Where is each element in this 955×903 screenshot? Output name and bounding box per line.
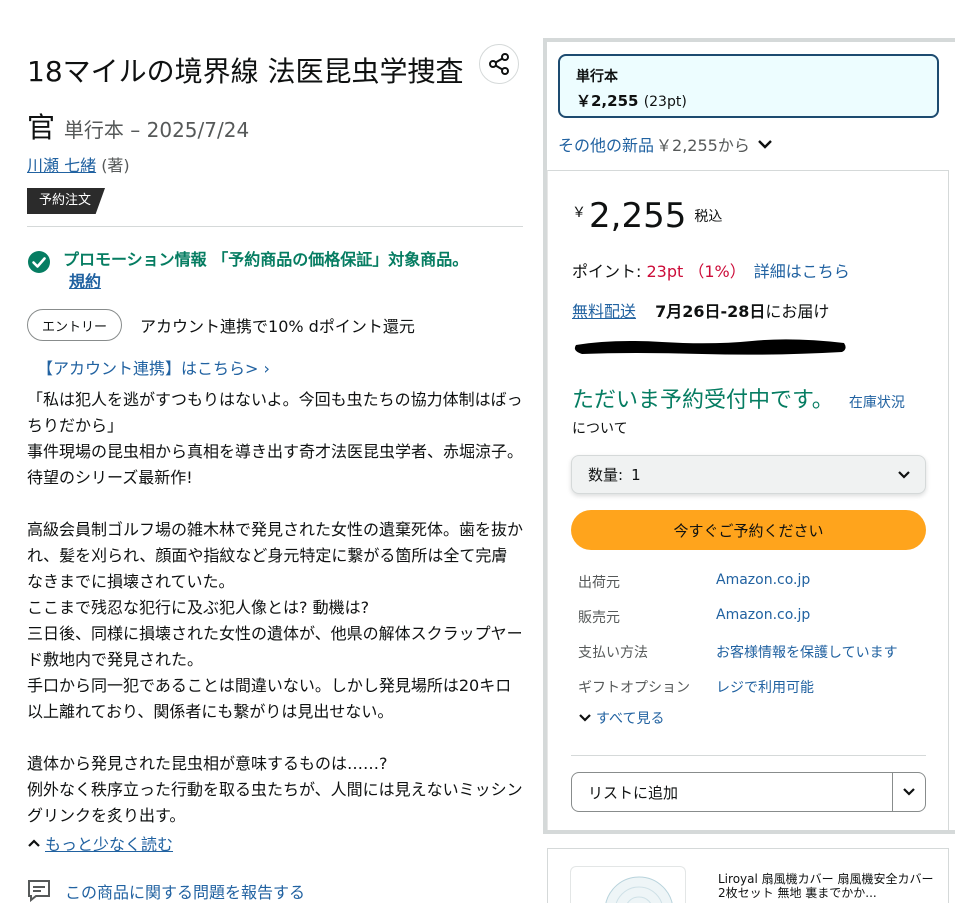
format-price-value: ￥2,255 xyxy=(576,92,639,110)
other-new-price: ￥2,255から xyxy=(656,136,750,155)
sponsored-product-title[interactable]: Liroyal 扇風機カバー 扇風機安全カバー 2枚セット 無地 裏までかか..… xyxy=(718,872,940,900)
preorder-badge: 予約注文 xyxy=(27,188,106,214)
offer-info-table: 出荷元 Amazon.co.jp 販売元 Amazon.co.jp 支払い方法 … xyxy=(578,572,928,712)
share-button[interactable] xyxy=(479,44,519,84)
points-line: ポイント: 23pt （1%） 詳細はこちら xyxy=(572,258,850,282)
chevron-down-icon xyxy=(903,788,915,796)
chevron-down-icon xyxy=(757,140,772,149)
divider xyxy=(27,226,523,227)
add-to-list-control: リストに追加 xyxy=(571,772,926,812)
info-value-link[interactable]: Amazon.co.jp xyxy=(716,572,810,588)
format-selector-paperback[interactable]: 単行本 ￥2,255 (23pt) xyxy=(558,54,939,118)
see-all-link[interactable]: すべて見る xyxy=(578,708,664,728)
feedback-icon xyxy=(28,880,50,903)
promotion-text: プロモーション情報 「予約商品の価格保証」対象商品。 規約 xyxy=(63,249,468,293)
fan-cover-image xyxy=(605,876,673,903)
share-icon xyxy=(489,53,509,75)
points-value: 23pt （1%） xyxy=(646,262,746,281)
stock-about: について xyxy=(572,421,628,437)
product-details: 18マイルの境界線 法医昆虫学捜査官 単行本 – 2025/7/24 川瀬 七緒… xyxy=(27,44,523,903)
quantity-label: 数量: xyxy=(588,466,624,484)
author-link[interactable]: 川瀬 七緒 xyxy=(27,156,96,175)
book-description: 「私は犯人を逃がすつもりはないよ。今回も虫たちの協力体制はばっちりだから」 事件… xyxy=(27,390,524,825)
entry-text: アカウント連携で10% dポイント還元 xyxy=(140,317,415,336)
product-title: 18マイルの境界線 法医昆虫学捜査官 単行本 – 2025/7/24 xyxy=(27,44,472,158)
delivery-suffix: にお届け xyxy=(765,302,830,321)
delivery-line: 無料配送 7月26日-28日にお届け xyxy=(572,298,829,322)
format-points: (23pt) xyxy=(643,94,687,110)
chevron-down-icon xyxy=(898,470,910,479)
format-price: ￥2,255 (23pt) xyxy=(576,90,921,111)
quantity-value: 1 xyxy=(631,465,641,484)
title-row: 18マイルの境界線 法医昆虫学捜査官 単行本 – 2025/7/24 xyxy=(27,44,523,158)
info-value-link[interactable]: お客様情報を保護しています xyxy=(716,642,898,662)
delivery-dates: 7月26日-28日 xyxy=(655,302,766,321)
info-value-link[interactable]: レジで利用可能 xyxy=(716,677,814,697)
info-key: ギフトオプション xyxy=(578,680,690,696)
price: ￥ 2,255 税込 xyxy=(572,196,722,236)
format-name: 単行本 xyxy=(576,69,618,85)
info-row-sold-by: 販売元 Amazon.co.jp xyxy=(578,607,928,642)
points-details-link[interactable]: 詳細はこちら xyxy=(754,262,850,281)
report-issue-link[interactable]: この商品に関する問題を報告する xyxy=(27,879,523,903)
read-less-label: もっと少なく読む xyxy=(45,835,174,854)
divider xyxy=(571,755,926,756)
chevron-up-icon xyxy=(28,839,40,847)
free-delivery-link[interactable]: 無料配送 xyxy=(572,302,636,321)
report-label: この商品に関する問題を報告する xyxy=(65,883,306,902)
price-symbol: ￥ xyxy=(572,205,586,221)
author-role: (著) xyxy=(101,156,130,175)
other-new-offers[interactable]: その他の新品 ￥2,255から xyxy=(558,132,776,156)
check-circle-icon xyxy=(28,251,50,273)
stock-status-link[interactable]: 在庫状況 xyxy=(849,395,905,411)
entry-row: エントリー アカウント連携で10% dポイント還元 xyxy=(27,309,523,341)
info-value-link[interactable]: Amazon.co.jp xyxy=(716,607,810,623)
price-value: 2,255 xyxy=(589,196,687,236)
read-less-link[interactable]: もっと少なく読む xyxy=(27,831,523,855)
promotion: プロモーション情報 「予約商品の価格保証」対象商品。 規約 xyxy=(27,249,523,293)
sponsored-product-image[interactable] xyxy=(570,866,686,903)
info-row-ships-from: 出荷元 Amazon.co.jp xyxy=(578,572,928,607)
account-link[interactable]: 【アカウント連携】はこちら> › xyxy=(37,355,523,379)
preorder-button[interactable]: 今すぐご予約ください xyxy=(571,510,926,550)
preorder-message: ただいま予約受付中です。 xyxy=(572,388,834,413)
other-new-label: その他の新品 xyxy=(558,136,655,155)
quantity-select[interactable]: 数量: 1 xyxy=(571,455,926,494)
tax-label: 税込 xyxy=(694,209,723,225)
points-label: ポイント: xyxy=(572,262,647,281)
info-row-payment: 支払い方法 お客様情報を保護しています xyxy=(578,642,928,677)
info-key: 出荷元 xyxy=(578,575,620,591)
add-to-list-dropdown[interactable] xyxy=(892,773,925,811)
info-key: 販売元 xyxy=(578,610,620,626)
entry-button[interactable]: エントリー xyxy=(27,309,123,341)
preorder-status: ただいま予約受付中です。 在庫状況 について xyxy=(572,382,922,438)
info-row-gift: ギフトオプション レジで利用可能 xyxy=(578,677,928,712)
see-all-label: すべて見る xyxy=(596,711,665,727)
info-key: 支払い方法 xyxy=(578,645,648,661)
terms-link[interactable]: 規約 xyxy=(69,271,101,293)
chevron-down-icon xyxy=(579,714,591,722)
binding-date: 単行本 – 2025/7/24 xyxy=(63,118,250,142)
add-to-list-button[interactable]: リストに追加 xyxy=(572,782,892,803)
promotion-message: プロモーション情報 「予約商品の価格保証」対象商品。 xyxy=(63,250,469,269)
redacted-address xyxy=(574,339,846,355)
